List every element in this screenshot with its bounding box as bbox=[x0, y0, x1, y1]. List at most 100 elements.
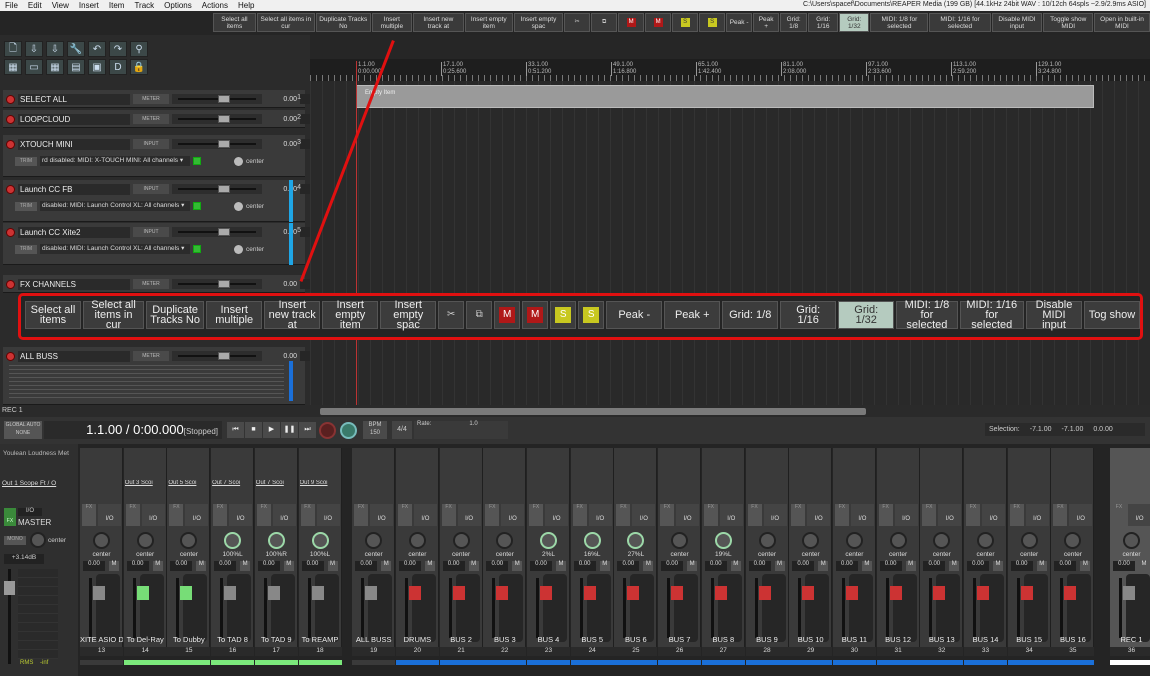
track-name[interactable]: XTOUCH MINI bbox=[18, 138, 130, 150]
track-xtouch-mini[interactable]: XTOUCH MINIINPUT0.00-infMS3TRIMrd disabl… bbox=[3, 135, 366, 177]
disable-midi-input-button[interactable]: Disable MIDI input bbox=[991, 13, 1043, 32]
fx-io-buttons[interactable]: INPUT bbox=[133, 139, 169, 149]
fader-cap[interactable] bbox=[408, 586, 421, 600]
volume-fader[interactable] bbox=[710, 578, 727, 638]
repeat-button[interactable] bbox=[340, 422, 357, 439]
solo-button[interactable]: S bbox=[672, 13, 699, 32]
grid-icon[interactable]: ▦ bbox=[4, 59, 22, 75]
fader-knob[interactable] bbox=[218, 280, 230, 288]
open-in-built-in-midi-button[interactable]: Open in built-in MIDI bbox=[1094, 13, 1150, 32]
rate-control[interactable]: Rate: 1.0 bbox=[414, 421, 508, 439]
volume-fader[interactable] bbox=[623, 578, 640, 638]
record-arm-button[interactable] bbox=[6, 114, 15, 124]
strip-name[interactable]: BUS 8 bbox=[702, 635, 745, 644]
volume-fader[interactable] bbox=[172, 139, 262, 149]
fader-cap[interactable] bbox=[1123, 586, 1135, 600]
insert-empty-spac-button[interactable]: Insert empty spac bbox=[513, 13, 564, 32]
scissors-button[interactable]: ✂ bbox=[564, 13, 591, 32]
pause-button[interactable]: ❚❚ bbox=[281, 422, 298, 438]
strip-name[interactable]: BUS 16 bbox=[1051, 635, 1094, 644]
volume-fader[interactable] bbox=[172, 227, 262, 237]
io-button[interactable]: I/O bbox=[719, 504, 743, 526]
fx-button[interactable]: FX bbox=[397, 504, 412, 526]
pan-knob[interactable] bbox=[758, 532, 776, 549]
fx-io-buttons[interactable]: METER bbox=[133, 114, 169, 124]
volume-fader[interactable] bbox=[172, 351, 262, 361]
redo-icon[interactable]: ↷ bbox=[109, 41, 127, 57]
volume-fader[interactable] bbox=[361, 578, 378, 638]
fx-io-buttons[interactable]: METER bbox=[133, 351, 169, 361]
trim-icon[interactable]: 🔒 bbox=[130, 59, 148, 75]
fx-button[interactable]: FX bbox=[125, 504, 140, 526]
mixer-strip-bus-2[interactable]: FXI/Ocenter0.00MSBUS 221 bbox=[439, 448, 483, 656]
master-fader-cap[interactable] bbox=[4, 581, 15, 595]
grid-1-8-button[interactable]: Grid: 1/8 bbox=[722, 301, 779, 329]
fx-button[interactable]: FX bbox=[213, 504, 228, 526]
volume-fader[interactable] bbox=[885, 578, 902, 638]
peak-button[interactable]: Peak + bbox=[753, 13, 780, 32]
strip-name[interactable]: BUS 12 bbox=[877, 635, 920, 644]
mixer-strip-to-tad-9[interactable]: Out 7 ScoiFXI/O100%R0.00MSTo TAD 917 bbox=[254, 448, 298, 656]
volume-fader[interactable] bbox=[307, 578, 324, 638]
duplicate-tracks-no-button[interactable]: Duplicate Tracks No bbox=[315, 13, 371, 32]
io-button[interactable]: I/O bbox=[1025, 504, 1049, 526]
mixer-strip-bus-3[interactable]: FXI/Ocenter0.00MSBUS 322 bbox=[483, 448, 527, 656]
metronome-icon[interactable]: ⚲ bbox=[130, 41, 148, 57]
mute-button[interactable]: M bbox=[109, 561, 119, 571]
fx-button[interactable]: FX bbox=[441, 504, 456, 526]
grid-1-8-button[interactable]: Grid: 1/8 bbox=[780, 13, 808, 32]
monitor-button[interactable] bbox=[193, 202, 201, 210]
fader-cap[interactable] bbox=[889, 586, 902, 600]
fader-cap[interactable] bbox=[267, 586, 280, 600]
ruler-marker[interactable]: 17.1.00 0:25.600 bbox=[441, 62, 466, 76]
volume-fader[interactable] bbox=[172, 279, 262, 289]
mixer-strip-bus-10[interactable]: FXI/Ocenter0.00MSBUS 1029 bbox=[789, 448, 833, 656]
strip-name[interactable]: BUS 14 bbox=[964, 635, 1007, 644]
record-button[interactable] bbox=[319, 422, 336, 439]
peak-button[interactable]: Peak - bbox=[606, 301, 663, 329]
master-io[interactable]: I/O bbox=[18, 508, 42, 516]
send-link[interactable]: Out 7 Scoi bbox=[212, 480, 253, 486]
menu-track[interactable]: Track bbox=[129, 1, 159, 10]
insert-empty-item-button[interactable]: Insert empty item bbox=[464, 13, 513, 32]
fader-knob[interactable] bbox=[218, 352, 230, 360]
pan-knob[interactable] bbox=[1064, 532, 1082, 549]
fader-cap[interactable] bbox=[452, 586, 465, 600]
trim-button[interactable]: TRIM bbox=[15, 156, 37, 166]
pan-knob[interactable] bbox=[93, 532, 110, 549]
glue-button[interactable]: ⧉ bbox=[591, 13, 618, 32]
io-button[interactable]: I/O bbox=[1069, 504, 1093, 526]
mixer-strip-to-reamp[interactable]: Out 9 ScoiFXI/O100%L0.00MSTo REAMP18 bbox=[298, 448, 342, 656]
input-selector[interactable]: rd disabled: MIDI: X-TOUCH MINI: All cha… bbox=[40, 156, 190, 166]
pan-knob[interactable] bbox=[224, 532, 242, 549]
pan-knob[interactable] bbox=[1020, 532, 1038, 549]
fx-button[interactable]: FX bbox=[169, 504, 184, 526]
cursor-icon[interactable]: D bbox=[109, 59, 127, 75]
horizontal-scrollbar[interactable] bbox=[320, 408, 866, 415]
toggle-show-midi-button[interactable]: Toggle show MIDI bbox=[1043, 13, 1094, 32]
fx-button[interactable]: FX bbox=[572, 504, 587, 526]
fx-button[interactable]: FX bbox=[1053, 504, 1068, 526]
fader-cap[interactable] bbox=[933, 586, 946, 600]
record-arm-button[interactable] bbox=[6, 279, 15, 289]
pan-knob[interactable] bbox=[540, 532, 557, 549]
volume-fader[interactable] bbox=[263, 578, 280, 638]
volume-fader[interactable] bbox=[798, 578, 815, 638]
pan-knob[interactable] bbox=[365, 532, 383, 549]
fader-cap[interactable] bbox=[136, 586, 149, 600]
pan-knob[interactable] bbox=[802, 532, 820, 549]
track-name[interactable]: LOOPCLOUD bbox=[18, 113, 130, 125]
pan-knob[interactable] bbox=[180, 532, 198, 549]
midi-1-8-for-selected-button[interactable]: MIDI: 1/8 for selected bbox=[896, 300, 958, 331]
fx-io-buttons[interactable]: INPUT bbox=[133, 227, 169, 237]
menu-edit[interactable]: Edit bbox=[23, 1, 47, 10]
fader-cap[interactable] bbox=[93, 586, 105, 600]
mute-button[interactable]: M bbox=[861, 561, 872, 571]
unsolo-all-button[interactable]: S bbox=[699, 13, 726, 32]
volume-fader[interactable] bbox=[448, 578, 465, 638]
mixer-strip-bus-6[interactable]: FXI/O27%L0.00MSBUS 625 bbox=[614, 448, 658, 656]
go-to-start-button[interactable]: ⏮ bbox=[227, 422, 244, 438]
strip-name[interactable]: To Dubby bbox=[167, 635, 210, 644]
select-all-items-button[interactable]: Select all items bbox=[25, 301, 81, 329]
media-item[interactable]: Empty Item bbox=[356, 85, 1094, 108]
